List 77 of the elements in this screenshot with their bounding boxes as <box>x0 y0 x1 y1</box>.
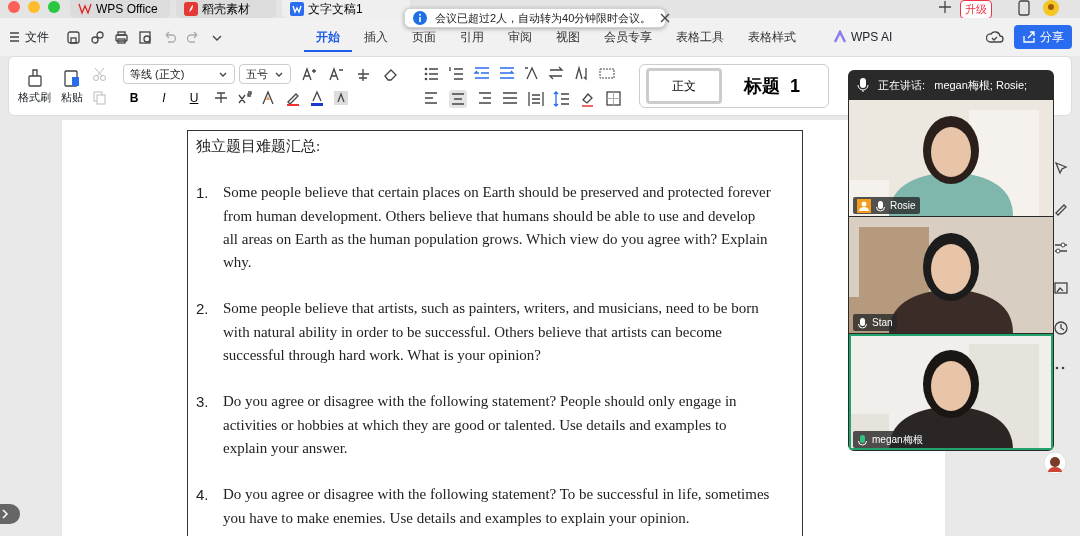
microphone-icon <box>875 199 886 212</box>
app-tab[interactable]: 稻壳素材 <box>176 0 276 18</box>
cloud-sync-icon[interactable] <box>986 30 1004 44</box>
question-text: Some people believe that artists, such as painters, writers, and musicians, need to be born with natural ability in order to be successful. Others believe that artists can become successful through hard work. What is your opinion? <box>223 299 760 366</box>
strikethrough-icon[interactable] <box>213 90 229 106</box>
link-icon[interactable] <box>90 29 105 45</box>
participant-name: megan梅根 <box>872 433 923 447</box>
chevron-down-icon <box>274 70 284 78</box>
format-painter-button[interactable]: 格式刷 <box>17 65 52 107</box>
list-number: 2. <box>196 299 210 320</box>
align-center-icon[interactable] <box>449 89 467 108</box>
borders-icon[interactable] <box>605 89 623 108</box>
font-color-icon[interactable] <box>309 90 325 106</box>
phone-icon[interactable] <box>1016 0 1032 16</box>
expand-icon[interactable] <box>0 504 20 524</box>
numbered-list-icon[interactable] <box>448 64 465 82</box>
text-direction-icon[interactable] <box>548 64 565 82</box>
list-number: 1. <box>196 183 210 204</box>
ai-icon <box>833 30 847 44</box>
tab-label: WPS Office <box>96 2 158 16</box>
app-tab[interactable]: 文字文稿1 <box>282 0 410 18</box>
wps-logo-icon <box>78 2 92 16</box>
font-size-dropdown[interactable]: 五号 <box>239 64 291 84</box>
speaker-status: 正在讲话: megan梅根; Rosie; <box>878 77 1028 93</box>
document-heading: 独立题目难题汇总: <box>196 137 322 156</box>
grow-font-icon[interactable] <box>301 65 318 83</box>
document-icon <box>290 2 304 16</box>
ribbon-tab[interactable]: 插入 <box>352 22 400 52</box>
pointer-icon[interactable] <box>1053 160 1069 176</box>
wps-ai-button[interactable]: WPS AI <box>832 27 894 47</box>
share-icon <box>1022 30 1036 44</box>
close-icon[interactable] <box>659 12 672 24</box>
assistant-avatar-icon[interactable] <box>1043 451 1067 475</box>
ribbon-tab[interactable]: 开始 <box>304 22 352 52</box>
participant-name: Stan <box>872 316 893 330</box>
print-icon[interactable] <box>114 29 129 45</box>
app-tab[interactable]: WPS Office <box>70 0 170 18</box>
superscript-icon[interactable] <box>237 90 253 106</box>
save-icon[interactable] <box>66 29 81 45</box>
decrease-indent-icon[interactable] <box>473 64 490 82</box>
microphone-icon <box>857 433 868 446</box>
microphone-icon[interactable] <box>856 77 870 93</box>
ribbon-tab[interactable]: 表格工具 <box>664 22 736 52</box>
microphone-icon <box>857 316 868 329</box>
style-option[interactable]: 正文 <box>646 68 722 104</box>
distributed-icon[interactable] <box>527 89 545 108</box>
paste-button[interactable]: 粘贴 <box>60 65 84 107</box>
history-icon[interactable] <box>1053 320 1069 336</box>
menu-icon[interactable] <box>8 30 20 44</box>
format-button[interactable]: U <box>183 88 205 108</box>
file-menu[interactable]: 文件 <box>24 27 50 47</box>
list-number: 4. <box>196 485 210 506</box>
tab-label: 文字文稿1 <box>308 2 363 16</box>
settings-sliders-icon[interactable] <box>1053 240 1069 256</box>
question-text: Some people believe that certain places on Earth should be preserved and protected forever from human development. Others believe that humans should be able to use and develop all areas on Earth as the human population grows. Which view do you agree with? Explain why. <box>223 183 772 273</box>
tab-label: 稻壳素材 <box>202 2 250 16</box>
avatar-icon[interactable] <box>1042 0 1060 16</box>
format-button[interactable]: I <box>153 88 175 108</box>
line-spacing-icon[interactable] <box>553 89 571 108</box>
info-icon <box>413 11 427 25</box>
character-shading-icon[interactable] <box>333 90 349 106</box>
ribbon-tab[interactable]: 表格样式 <box>736 22 808 52</box>
participant-name: Rosie <box>890 199 916 213</box>
format-button[interactable]: B <box>123 88 145 108</box>
increase-indent-icon[interactable] <box>498 64 515 82</box>
share-button[interactable]: 分享 <box>1014 25 1072 49</box>
list-number: 3. <box>196 392 210 413</box>
question-text: Do you agree or disagree with the following statement? People should only engage in activities or hobbies at which they are good or talented. Use details and examples to explain your answer. <box>223 392 738 458</box>
upgrade-button[interactable]: 升级 <box>960 0 992 19</box>
image-edit-icon[interactable] <box>1053 280 1069 296</box>
shrink-font-icon[interactable] <box>328 65 345 83</box>
print-preview-icon[interactable] <box>138 29 153 45</box>
question-text: Do you agree or disagree with the following statement? To be successful in life, sometimes you have to make enemies. Use details and examples to explain your opinion. <box>223 485 771 528</box>
chevron-down-icon <box>218 70 228 78</box>
add-tab-icon[interactable] <box>938 0 952 14</box>
sort-icon[interactable] <box>573 64 590 82</box>
font-dropdown[interactable]: 等线 (正文) <box>123 64 235 84</box>
